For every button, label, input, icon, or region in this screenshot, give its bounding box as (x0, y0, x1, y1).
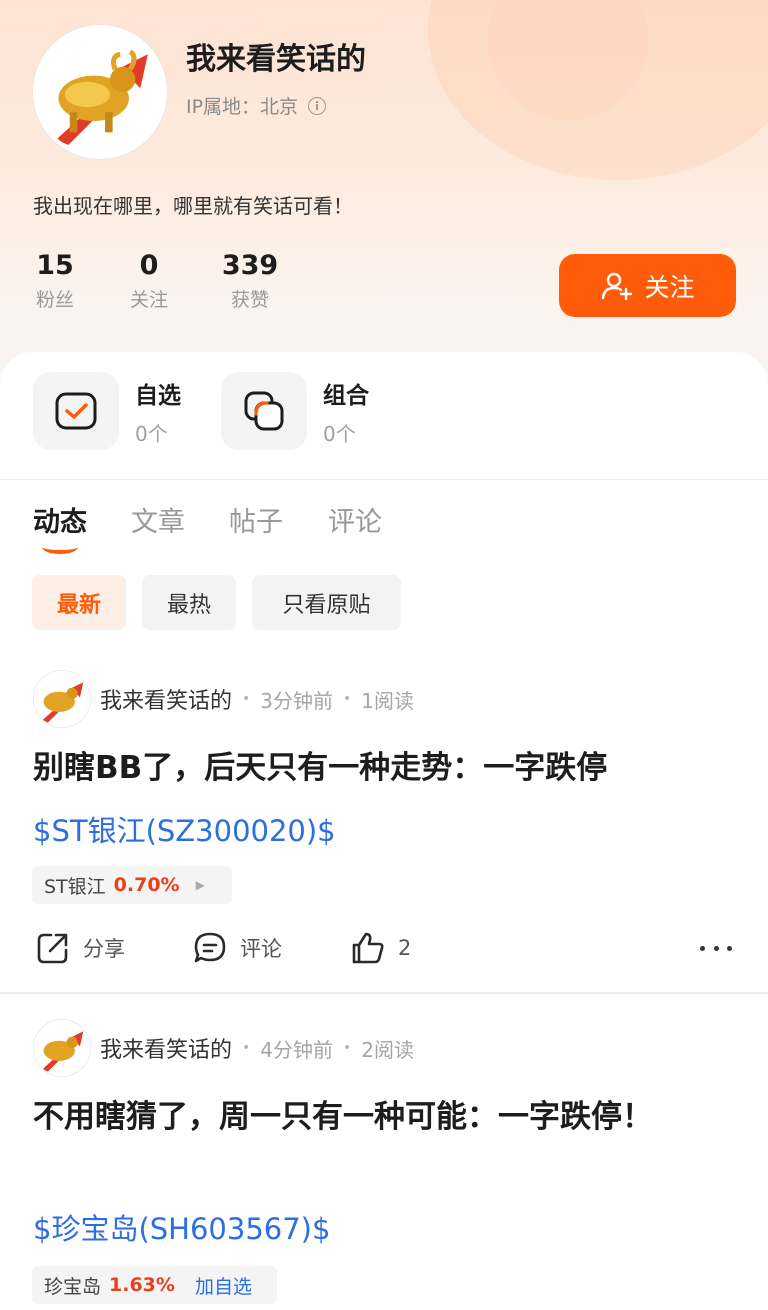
tool-count: 0个 (323, 421, 356, 446)
tool-title: 自选 (135, 382, 181, 409)
tab-comments[interactable]: 评论 (328, 500, 382, 539)
comment-label: 评论 (240, 937, 282, 961)
filter-original-only[interactable]: 只看原贴 (252, 575, 401, 630)
stat-value: 0 (139, 250, 159, 281)
follow-button[interactable]: 关注 (559, 254, 736, 317)
tab-posts[interactable]: 帖子 (229, 500, 283, 539)
thumbs-up-icon (352, 932, 384, 964)
stock-chip-change: 1.63% (109, 1274, 175, 1296)
stat-fans[interactable]: 15 粉丝 (33, 250, 77, 312)
stat-following[interactable]: 0 关注 (126, 250, 172, 312)
avatar[interactable] (33, 670, 91, 728)
stock-tag-link[interactable]: $ST银江(SZ300020)$ (33, 808, 336, 850)
add-user-icon (602, 272, 633, 300)
tab-articles[interactable]: 文章 (131, 500, 185, 539)
separator-dot: • (242, 691, 251, 707)
stock-chip-name: 珍宝岛 (44, 1275, 102, 1298)
stock-chip-change: 0.70% (113, 874, 180, 896)
stock-chip[interactable]: 珍宝岛 1.63% 加自选 (32, 1266, 277, 1304)
separator-dot: • (242, 1040, 251, 1056)
like-count: 2 (398, 936, 412, 960)
more-options-icon[interactable] (700, 930, 732, 966)
post-time: 3分钟前 (260, 688, 334, 713)
checklist-icon (33, 372, 119, 450)
post-time: 4分钟前 (260, 1037, 334, 1062)
tab-indicator (42, 540, 78, 554)
avatar[interactable] (33, 25, 167, 159)
separator-dot: • (343, 691, 352, 707)
bull-avatar-icon (34, 671, 90, 727)
stat-value: 15 (36, 250, 74, 281)
comment-button[interactable]: 评论 (192, 930, 282, 966)
tool-text: 自选 0个 (135, 376, 181, 447)
like-button[interactable]: 2 (350, 930, 411, 966)
portfolio-icon (221, 372, 307, 450)
follow-label: 关注 (644, 272, 695, 302)
bull-avatar-icon (34, 1020, 90, 1076)
divider (0, 992, 768, 994)
user-bio: 我出现在哪里，哪里就有笑话可看！ (33, 194, 353, 218)
avatar[interactable] (33, 1019, 91, 1077)
post-author[interactable]: 我来看笑话的 (100, 1032, 232, 1064)
tool-text: 组合 0个 (323, 376, 369, 447)
post-author[interactable]: 我来看笑话的 (100, 683, 232, 715)
ip-location-text: IP属地：北京 (186, 96, 299, 118)
tab-dynamics[interactable]: 动态 (33, 500, 87, 539)
divider (0, 479, 768, 480)
stock-chip[interactable]: ST银江 0.70% ▶ (32, 866, 232, 904)
tool-count: 0个 (135, 421, 168, 446)
comment-icon (194, 932, 226, 963)
share-button[interactable]: 分享 (35, 930, 125, 966)
stat-likes[interactable]: 339 获赞 (219, 250, 281, 312)
share-icon (37, 933, 68, 964)
separator-dot: • (343, 1040, 352, 1056)
stock-chip-name: ST银江 (44, 875, 106, 898)
stat-label: 关注 (129, 289, 168, 311)
tool-portfolio[interactable]: 组合 0个 (221, 372, 369, 450)
stat-label: 粉丝 (35, 289, 74, 311)
post-reads: 2阅读 (361, 1037, 415, 1062)
filter-latest[interactable]: 最新 (32, 575, 126, 630)
tool-watchlist[interactable]: 自选 0个 (33, 372, 181, 450)
stock-tag-link[interactable]: $珍宝岛(SH603567)$ (33, 1206, 330, 1248)
tool-title: 组合 (323, 382, 369, 409)
post-title[interactable]: 别瞎BB了，后天只有一种走势：一字跌停 (33, 745, 733, 792)
filter-hottest[interactable]: 最热 (142, 575, 236, 630)
share-label: 分享 (83, 937, 125, 961)
post-reads: 1阅读 (361, 688, 415, 713)
stat-label: 获赞 (230, 289, 269, 311)
stat-value: 339 (221, 250, 279, 281)
ip-location: IP属地：北京 (186, 92, 327, 119)
username: 我来看笑话的 (186, 42, 366, 77)
play-arrow-icon: ▶ (195, 878, 205, 892)
info-icon[interactable] (308, 96, 327, 115)
bull-avatar-icon (37, 29, 163, 155)
post-title[interactable]: 不用瞎猜了，周一只有一种可能：一字跌停！ (33, 1094, 693, 1141)
add-watchlist-button[interactable]: 加自选 (195, 1272, 252, 1299)
post-meta: 我来看笑话的 • 3分钟前 • 1阅读 (100, 683, 414, 715)
post-meta: 我来看笑话的 • 4分钟前 • 2阅读 (100, 1032, 414, 1064)
